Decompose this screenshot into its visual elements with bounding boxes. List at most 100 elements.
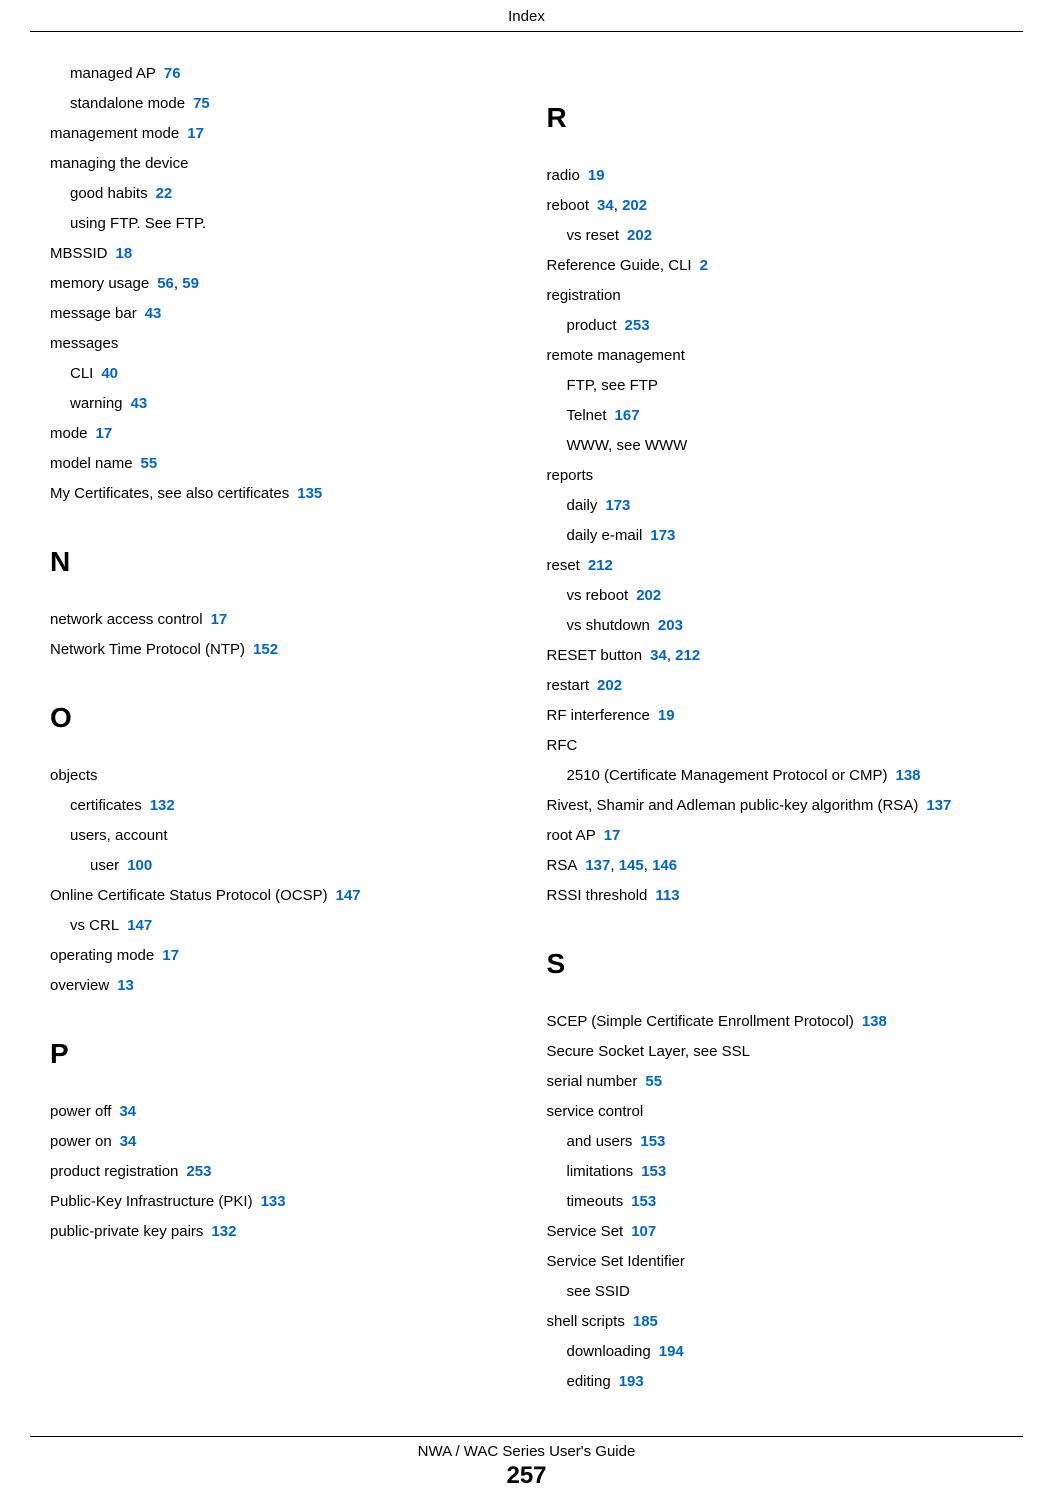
- page-reference-link[interactable]: 34: [120, 1133, 137, 1150]
- page-reference-link[interactable]: 153: [641, 1163, 666, 1180]
- page-reference-link[interactable]: 152: [253, 641, 278, 658]
- page-reference-link[interactable]: 34: [119, 1103, 136, 1120]
- page-reference-link[interactable]: 34: [650, 647, 667, 664]
- index-entry: Rivest, Shamir and Adleman public-key al…: [547, 794, 1004, 818]
- page-reference-link[interactable]: 17: [604, 827, 621, 844]
- page-reference-link[interactable]: 146: [652, 857, 677, 874]
- page-reference-link[interactable]: 135: [297, 485, 322, 502]
- index-entry: 2510 (Certificate Management Protocol or…: [547, 764, 1004, 788]
- index-entry: remote management: [547, 344, 1004, 368]
- page-reference-link[interactable]: 193: [619, 1373, 644, 1390]
- page-reference-link[interactable]: 137: [585, 857, 610, 874]
- page-reference-link[interactable]: 17: [96, 425, 113, 442]
- page-reference-link[interactable]: 202: [627, 227, 652, 244]
- page-reference-link[interactable]: 113: [655, 887, 679, 904]
- page-reference-link[interactable]: 100: [127, 857, 152, 874]
- page-reference-link[interactable]: 17: [162, 947, 179, 964]
- index-entry: Public-Key Infrastructure (PKI)133: [50, 1190, 507, 1214]
- index-entry: vs reset202: [547, 224, 1004, 248]
- index-entry-text: standalone mode: [70, 95, 185, 112]
- page-reference-link[interactable]: 138: [895, 767, 920, 784]
- index-entry-text: RESET button: [547, 647, 643, 664]
- page-reference-link[interactable]: 34: [597, 197, 614, 214]
- page-reference-link[interactable]: 2: [700, 257, 708, 274]
- page-reference-link[interactable]: 76: [164, 65, 181, 82]
- page-reference-link[interactable]: 147: [127, 917, 152, 934]
- index-entry-text: see SSID: [567, 1283, 630, 1300]
- index-entry: RESET button 34, 212: [547, 644, 1004, 668]
- page-reference-link[interactable]: 212: [588, 557, 613, 574]
- index-entry-text: reset: [547, 557, 580, 574]
- index-entry: radio19: [547, 164, 1004, 188]
- page-reference-link[interactable]: 13: [117, 977, 134, 994]
- page-reference-link[interactable]: 253: [186, 1163, 211, 1180]
- page-reference-link[interactable]: 153: [631, 1193, 656, 1210]
- index-entry-text: WWW, see WWW: [567, 437, 688, 454]
- index-entry: power on34: [50, 1130, 507, 1154]
- page-reference-link[interactable]: 56: [157, 275, 174, 292]
- index-entry: editing193: [547, 1370, 1004, 1394]
- page-reference-link[interactable]: 202: [597, 677, 622, 694]
- index-entry: vs CRL147: [50, 914, 507, 938]
- index-entry: reset 212: [547, 554, 1004, 578]
- page-reference-link[interactable]: 43: [131, 395, 148, 412]
- page-reference-link[interactable]: 19: [588, 167, 605, 184]
- page-reference-link[interactable]: 55: [645, 1073, 662, 1090]
- index-entry-text: Secure Socket Layer, see SSL: [547, 1043, 750, 1060]
- index-entry-text: Reference Guide, CLI: [547, 257, 692, 274]
- index-right-column: Rradio19reboot34, 202vs reset202Referenc…: [547, 62, 1004, 1400]
- index-entry-text: reboot: [547, 197, 590, 214]
- index-entry: mode17: [50, 422, 507, 446]
- page-ref-separator: ,: [667, 647, 675, 664]
- page-reference-link[interactable]: 253: [625, 317, 650, 334]
- page-reference-link[interactable]: 22: [156, 185, 173, 202]
- page-reference-link[interactable]: 18: [116, 245, 133, 262]
- index-entry: FTP, see FTP: [547, 374, 1004, 398]
- page-reference-link[interactable]: 173: [605, 497, 630, 514]
- page-reference-link[interactable]: 132: [211, 1223, 236, 1240]
- index-entry: registration: [547, 284, 1004, 308]
- page-reference-link[interactable]: 202: [622, 197, 647, 214]
- page-reference-link[interactable]: 133: [261, 1193, 286, 1210]
- index-entry-text: root AP: [547, 827, 596, 844]
- page-reference-link[interactable]: 137: [926, 797, 951, 814]
- index-entry-text: good habits: [70, 185, 148, 202]
- page-reference-link[interactable]: 132: [150, 797, 175, 814]
- index-entry-text: serial number: [547, 1073, 638, 1090]
- page-reference-link[interactable]: 147: [336, 887, 361, 904]
- index-entry-text: daily e-mail: [567, 527, 643, 544]
- index-entry: root AP 17: [547, 824, 1004, 848]
- index-entry-text: Service Set Identifier: [547, 1253, 685, 1270]
- page-reference-link[interactable]: 17: [187, 125, 204, 142]
- index-entry: users, account: [50, 824, 507, 848]
- page-reference-link[interactable]: 107: [631, 1223, 656, 1240]
- index-entry-text: CLI: [70, 365, 93, 382]
- page-reference-link[interactable]: 173: [650, 527, 675, 544]
- page-reference-link[interactable]: 59: [182, 275, 199, 292]
- page-reference-link[interactable]: 40: [101, 365, 118, 382]
- page-reference-link[interactable]: 145: [619, 857, 644, 874]
- page-reference-link[interactable]: 138: [862, 1013, 887, 1030]
- page-reference-link[interactable]: 17: [211, 611, 228, 628]
- page-reference-link[interactable]: 212: [675, 647, 700, 664]
- index-entry: using FTP. See FTP.: [50, 212, 507, 236]
- page-reference-link[interactable]: 185: [633, 1313, 658, 1330]
- page-reference-link[interactable]: 75: [193, 95, 210, 112]
- page-reference-link[interactable]: 194: [659, 1343, 684, 1360]
- page-reference-link[interactable]: 43: [145, 305, 162, 322]
- index-entry: RSA137, 145, 146: [547, 854, 1004, 878]
- index-entry: messages: [50, 332, 507, 356]
- index-entry: vs shutdown 203: [547, 614, 1004, 638]
- page-reference-link[interactable]: 202: [636, 587, 661, 604]
- page-reference-link[interactable]: 167: [615, 407, 640, 424]
- index-entry-text: vs shutdown: [567, 617, 650, 634]
- page-reference-link[interactable]: 153: [640, 1133, 665, 1150]
- index-entry: warning43: [50, 392, 507, 416]
- index-entry: SCEP (Simple Certificate Enrollment Prot…: [547, 1010, 1004, 1034]
- page-reference-link[interactable]: 19: [658, 707, 675, 724]
- page-footer: NWA / WAC Series User's Guide 257: [30, 1436, 1023, 1490]
- index-entry: product253: [547, 314, 1004, 338]
- page-reference-link[interactable]: 55: [141, 455, 158, 472]
- index-entry-text: registration: [547, 287, 621, 304]
- page-reference-link[interactable]: 203: [658, 617, 683, 634]
